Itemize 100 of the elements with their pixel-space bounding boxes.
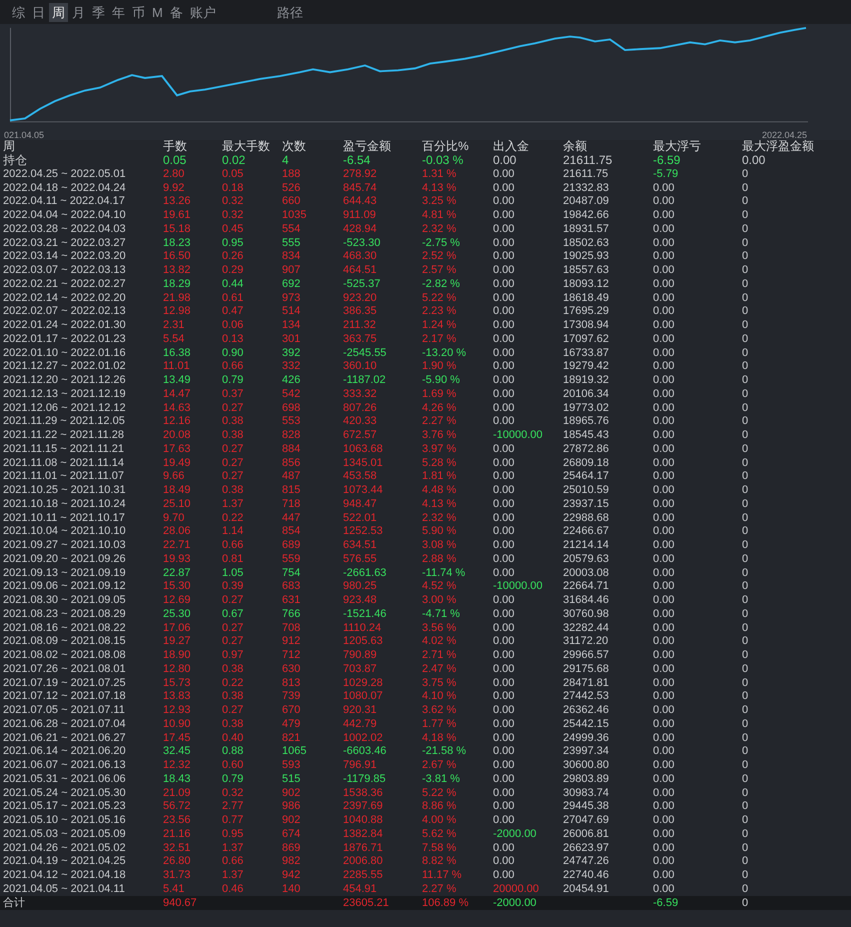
table-cell: 0.00	[653, 800, 674, 814]
table-cell: 986	[282, 800, 300, 814]
tab[interactable]: 路径	[274, 2, 306, 22]
table-cell: 0.00	[653, 388, 674, 401]
table-cell: 907	[282, 264, 300, 278]
table-cell: 0.00	[653, 649, 674, 662]
table-cell: 22664.71	[563, 580, 609, 594]
table-cell: 2.47 %	[422, 662, 456, 676]
table-cell: 708	[282, 622, 300, 635]
column-header: 最大手数	[222, 140, 270, 154]
table-cell: 0	[742, 800, 748, 814]
table-cell: 0.44	[222, 278, 244, 291]
table-cell: 2021.12.27 ~ 2022.01.02	[3, 360, 126, 374]
table-cell: 4.26 %	[422, 402, 456, 415]
table-cell: 0.79	[222, 374, 244, 388]
table-cell: 1.69 %	[422, 388, 456, 401]
table-cell: 0.00	[493, 855, 514, 868]
table-cell: 21611.75	[563, 168, 608, 181]
tab[interactable]: 年	[109, 2, 128, 22]
table-cell: 0.00	[653, 484, 674, 498]
table-cell: 386.35	[343, 305, 377, 318]
table-cell: 0.00	[653, 305, 674, 318]
table-cell: -525.37	[343, 278, 380, 291]
table-cell: 453.58	[343, 470, 377, 484]
table-cell: 29175.68	[563, 662, 609, 676]
table-cell: 18.29	[163, 278, 191, 291]
table-cell: 2.31	[163, 319, 184, 332]
column-header: 最大浮亏	[653, 140, 701, 154]
table-cell: 25442.15	[563, 718, 609, 731]
table-cell: 815	[282, 484, 300, 498]
table-cell: 4.81 %	[422, 209, 456, 222]
table-cell: 0.00	[742, 154, 766, 168]
table-cell: 0.27	[222, 635, 244, 648]
tab[interactable]: 日	[29, 2, 48, 22]
table-cell: 20.08	[163, 429, 191, 442]
table-cell: 32.51	[163, 842, 191, 855]
table-cell: -2545.55	[343, 346, 386, 360]
table-cell: 902	[282, 786, 300, 800]
table-cell: 0.02	[222, 154, 246, 168]
table-cell: 0.00	[493, 278, 514, 291]
table-cell: 2021.04.05 ~ 2021.04.11	[3, 882, 125, 896]
table-cell: 0.32	[222, 786, 244, 800]
table-cell: 5.62 %	[422, 828, 456, 841]
table-cell: 18.43	[163, 772, 191, 786]
tab[interactable]: 周	[49, 2, 68, 22]
table-cell: 0.00	[493, 608, 514, 621]
tab[interactable]: M	[149, 2, 166, 22]
tab[interactable]: 综	[9, 2, 28, 22]
table-cell: 2022.04.25 ~ 2022.05.01	[3, 168, 126, 181]
table-cell: 17.45	[163, 732, 191, 745]
table-cell: 0	[742, 498, 748, 511]
table-cell: 0.26	[222, 250, 244, 264]
table-cell: 0.00	[653, 539, 674, 552]
table-cell: 2022.03.14 ~ 2022.03.20	[3, 250, 126, 264]
tab[interactable]: 币	[129, 2, 148, 22]
table-cell: 1345.01	[343, 456, 383, 470]
table-cell: 515	[282, 772, 300, 786]
table-cell: 0.00	[493, 869, 514, 882]
table-cell: 942	[282, 869, 300, 882]
table-cell: 0	[742, 195, 748, 208]
table-cell: 0.00	[493, 402, 514, 415]
table-cell: 0	[742, 222, 748, 236]
tab[interactable]: 季	[89, 2, 108, 22]
tab[interactable]: 账户	[186, 2, 219, 22]
table-cell: 0	[742, 759, 748, 772]
table-cell: 3.76 %	[422, 429, 456, 442]
table-cell: 0	[742, 690, 748, 704]
table-cell: 0	[742, 168, 748, 181]
table-cell: 644.43	[343, 195, 377, 208]
table-cell: 0.00	[493, 635, 514, 648]
table-cell: 0	[742, 882, 748, 896]
tab[interactable]: 月	[69, 2, 88, 22]
table-cell: -5.90 %	[422, 374, 460, 388]
table-cell: 21332.83	[563, 182, 609, 195]
table-cell: 2021.08.02 ~ 2021.08.08	[3, 649, 126, 662]
table-cell: 26.80	[163, 855, 191, 868]
table-cell: 5.54	[163, 332, 184, 346]
table-cell: 20454.91	[563, 882, 609, 896]
table-cell: 0.00	[493, 690, 514, 704]
table-cell: 2285.55	[343, 869, 383, 882]
table-cell: 0.00	[653, 278, 674, 291]
table-cell: 631	[282, 594, 300, 608]
table-cell: 0.00	[493, 442, 514, 456]
table-cell: 0.38	[222, 484, 244, 498]
table-cell: 2022.01.24 ~ 2022.01.30	[3, 319, 126, 332]
table-cell: 2021.11.22 ~ 2021.11.28	[3, 429, 124, 442]
table-cell: 576.55	[343, 552, 377, 566]
table-cell: 0.27	[222, 456, 244, 470]
table-cell: 2021.07.12 ~ 2021.07.18	[3, 690, 126, 704]
table-cell: 0.61	[222, 292, 244, 305]
table-cell: 2021.07.05 ~ 2021.07.11	[3, 704, 125, 718]
table-cell: 19842.66	[563, 209, 609, 222]
table-cell: 0	[742, 608, 748, 621]
table-cell: 18931.57	[563, 222, 609, 236]
table-cell: 3.25 %	[422, 195, 456, 208]
table-cell: 689	[282, 539, 300, 552]
table-cell: 0.06	[222, 319, 244, 332]
table-cell: 23605.21	[343, 896, 389, 910]
table-cell: 7.58 %	[422, 842, 456, 855]
tab[interactable]: 备	[166, 2, 186, 22]
